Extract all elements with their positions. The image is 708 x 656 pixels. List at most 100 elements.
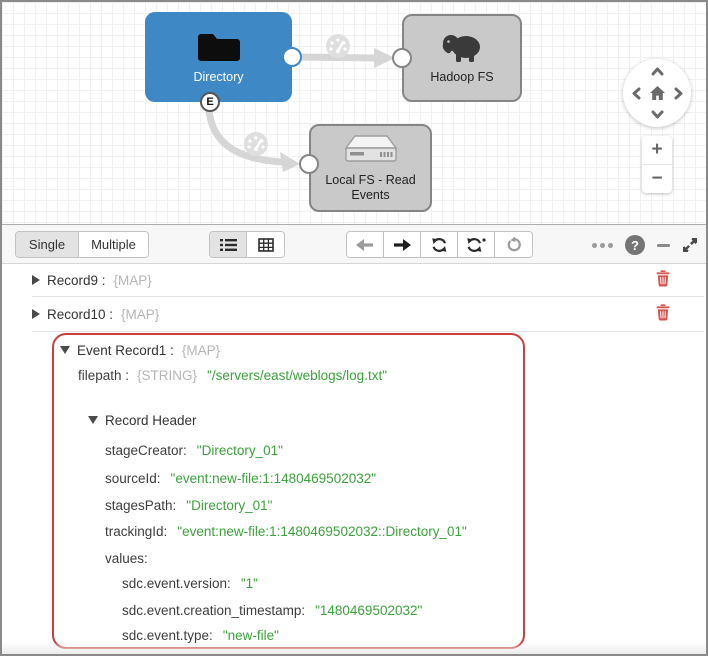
step-controls bbox=[346, 231, 533, 258]
output-port-directory[interactable] bbox=[282, 47, 302, 67]
value-field-row: sdc.event.version: "1" bbox=[122, 574, 258, 592]
undo-rotate-icon bbox=[506, 237, 522, 253]
field-label: values: bbox=[105, 551, 148, 566]
field-label: filepath : bbox=[78, 368, 129, 383]
hadoop-elephant-icon bbox=[440, 31, 484, 63]
field-row: filepath : {STRING} "/servers/east/weblo… bbox=[78, 366, 387, 384]
field-value: "event:new-file:1:1480469502032::Directo… bbox=[177, 524, 467, 539]
field-label: sourceId: bbox=[105, 471, 161, 486]
record-name: Record10 : bbox=[47, 307, 113, 322]
home-icon[interactable] bbox=[649, 85, 666, 101]
rerun-preview-button[interactable] bbox=[421, 232, 458, 257]
stage-node-local-fs[interactable]: Local FS - Read Events bbox=[309, 124, 432, 212]
collapse-triangle-icon[interactable] bbox=[88, 416, 98, 424]
minimize-icon[interactable] bbox=[657, 244, 670, 247]
help-icon: ? bbox=[631, 238, 639, 253]
field-label: stageCreator: bbox=[105, 443, 187, 458]
field-label: sdc.event.version: bbox=[122, 576, 231, 591]
event-output-port[interactable]: E bbox=[200, 92, 220, 112]
pan-left-icon[interactable] bbox=[632, 87, 641, 100]
stage-node-hadoop-fs[interactable]: Hadoop FS bbox=[402, 14, 522, 102]
field-value: "new-file" bbox=[223, 628, 279, 643]
metrics-gauge-icon bbox=[326, 34, 350, 58]
record-name: Record9 : bbox=[47, 273, 106, 288]
collapse-triangle-icon[interactable] bbox=[60, 346, 70, 354]
input-port-local-fs[interactable] bbox=[299, 154, 319, 174]
header-field-row: stagesPath: "Directory_01" bbox=[105, 496, 272, 514]
stage-label: Local FS - Read Events bbox=[317, 173, 424, 202]
panel-window-controls: ? bbox=[592, 225, 698, 265]
divider bbox=[32, 296, 704, 297]
field-label: trackingId: bbox=[105, 524, 167, 539]
forward-arrow-icon bbox=[393, 239, 411, 251]
zoom-out-button[interactable]: − bbox=[642, 165, 672, 193]
field-value: "event:new-file:1:1480469502032" bbox=[171, 471, 377, 486]
preview-toolbar: Single Multiple bbox=[2, 224, 706, 264]
header-field-row: stageCreator: "Directory_01" bbox=[105, 441, 283, 459]
record-type: {MAP} bbox=[121, 307, 159, 322]
revert-changes-button[interactable] bbox=[495, 232, 532, 257]
field-type: {STRING} bbox=[137, 368, 197, 383]
multiple-mode-label: Multiple bbox=[91, 237, 136, 252]
zoom-out-icon: − bbox=[651, 168, 662, 190]
list-view-button[interactable] bbox=[210, 232, 247, 257]
edge-directory-localfs bbox=[209, 110, 282, 162]
field-label: stagesPath: bbox=[105, 498, 176, 513]
input-port-hadoop-fs[interactable] bbox=[392, 48, 412, 68]
record-name: Event Record1 : bbox=[77, 343, 174, 358]
pan-right-icon[interactable] bbox=[674, 87, 683, 100]
divider bbox=[32, 331, 704, 332]
help-button[interactable]: ? bbox=[625, 235, 645, 255]
record-type: {MAP} bbox=[114, 273, 152, 288]
record-row[interactable]: Record9 : {MAP} bbox=[32, 271, 152, 289]
stage-label: Directory bbox=[193, 70, 243, 84]
field-label: sdc.event.creation_timestamp: bbox=[122, 603, 305, 618]
zoom-in-button[interactable]: + bbox=[642, 136, 672, 164]
view-toggle bbox=[209, 231, 285, 258]
event-record-row[interactable]: Event Record1 : {MAP} bbox=[60, 341, 220, 359]
record-mode-toggle: Single Multiple bbox=[15, 231, 149, 258]
field-value: "1" bbox=[241, 576, 258, 591]
field-value: "1480469502032" bbox=[315, 603, 422, 618]
table-view-button[interactable] bbox=[247, 232, 284, 257]
pan-up-icon[interactable] bbox=[651, 67, 664, 76]
field-value: "/servers/east/weblogs/log.txt" bbox=[207, 368, 387, 383]
values-row: values: bbox=[105, 549, 148, 567]
single-mode-label: Single bbox=[29, 237, 65, 252]
edge-arrowhead-icon bbox=[280, 152, 300, 172]
zoom-in-icon: + bbox=[651, 139, 662, 161]
header-field-row: sourceId: "event:new-file:1:148046950203… bbox=[105, 469, 376, 487]
single-mode-button[interactable]: Single bbox=[16, 232, 79, 257]
event-port-label: E bbox=[206, 96, 213, 108]
header-field-row: trackingId: "event:new-file:1:1480469502… bbox=[105, 522, 467, 540]
canvas-navigator bbox=[623, 59, 691, 127]
value-field-row: sdc.event.type: "new-file" bbox=[122, 626, 279, 644]
value-field-row: sdc.event.creation_timestamp: "148046950… bbox=[122, 601, 422, 619]
stage-node-directory[interactable]: Directory bbox=[145, 12, 292, 102]
more-options-icon[interactable] bbox=[592, 243, 613, 248]
pipeline-canvas[interactable]: Directory E Hadoop FS bbox=[2, 2, 706, 224]
previous-stage-button[interactable] bbox=[347, 232, 384, 257]
refresh-with-changes-button[interactable] bbox=[458, 232, 495, 257]
expand-triangle-icon[interactable] bbox=[32, 275, 40, 285]
delete-record-icon[interactable] bbox=[656, 304, 670, 321]
metrics-gauge-icon bbox=[244, 132, 268, 156]
record-header-row[interactable]: Record Header bbox=[88, 411, 197, 429]
next-stage-button[interactable] bbox=[384, 232, 421, 257]
expand-fullscreen-icon[interactable] bbox=[682, 237, 698, 253]
field-value: "Directory_01" bbox=[186, 498, 272, 513]
field-label: sdc.event.type: bbox=[122, 628, 213, 643]
expand-triangle-icon[interactable] bbox=[32, 309, 40, 319]
pan-down-icon[interactable] bbox=[651, 110, 664, 119]
folder-icon bbox=[196, 29, 242, 63]
app-window: Directory E Hadoop FS bbox=[0, 0, 708, 656]
back-arrow-icon bbox=[356, 239, 374, 251]
zoom-controls: + − bbox=[642, 136, 672, 193]
record-row[interactable]: Record10 : {MAP} bbox=[32, 305, 159, 323]
refresh-icon bbox=[431, 237, 448, 253]
field-value: "Directory_01" bbox=[197, 443, 283, 458]
preview-records-panel: Record9 : {MAP} Record10 : {MAP} bbox=[2, 264, 706, 654]
delete-record-icon[interactable] bbox=[656, 270, 670, 287]
multiple-mode-button[interactable]: Multiple bbox=[79, 232, 148, 257]
list-view-icon bbox=[220, 238, 237, 252]
